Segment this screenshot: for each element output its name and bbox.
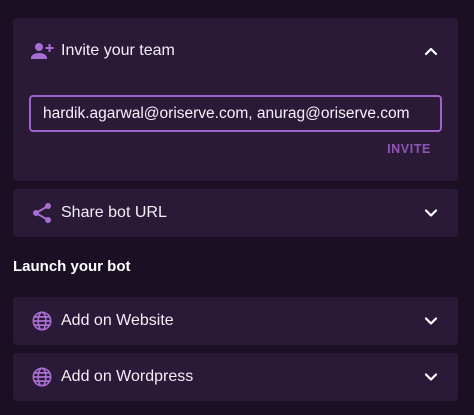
bot-settings-panel: Invite your team INVITE Share bot U bbox=[0, 0, 474, 415]
chevron-down-icon[interactable] bbox=[424, 314, 438, 328]
add-on-website-header[interactable]: Add on Website bbox=[13, 297, 458, 345]
person-add-icon bbox=[30, 39, 54, 63]
add-on-website-card: Add on Website bbox=[13, 297, 458, 345]
invite-team-title: Invite your team bbox=[61, 42, 175, 59]
add-on-wordpress-title: Add on Wordpress bbox=[61, 368, 194, 385]
chevron-down-icon[interactable] bbox=[424, 370, 438, 384]
launch-section-title: Launch your bot bbox=[13, 258, 131, 275]
chevron-down-icon[interactable] bbox=[424, 206, 438, 220]
invite-team-header[interactable]: Invite your team bbox=[13, 18, 458, 84]
invite-button[interactable]: INVITE bbox=[387, 142, 431, 156]
globe-icon bbox=[30, 309, 54, 333]
share-icon bbox=[30, 201, 54, 225]
share-bot-url-header[interactable]: Share bot URL bbox=[13, 189, 458, 237]
share-bot-url-title: Share bot URL bbox=[61, 204, 167, 221]
add-on-wordpress-card: Add on Wordpress bbox=[13, 353, 458, 401]
add-on-wordpress-header[interactable]: Add on Wordpress bbox=[13, 353, 458, 401]
globe-icon bbox=[30, 365, 54, 389]
chevron-up-icon[interactable] bbox=[424, 44, 438, 58]
invite-team-card: Invite your team INVITE bbox=[13, 18, 458, 181]
invite-email-input[interactable] bbox=[29, 95, 442, 132]
add-on-website-title: Add on Website bbox=[61, 312, 174, 329]
share-bot-url-card: Share bot URL bbox=[13, 189, 458, 237]
